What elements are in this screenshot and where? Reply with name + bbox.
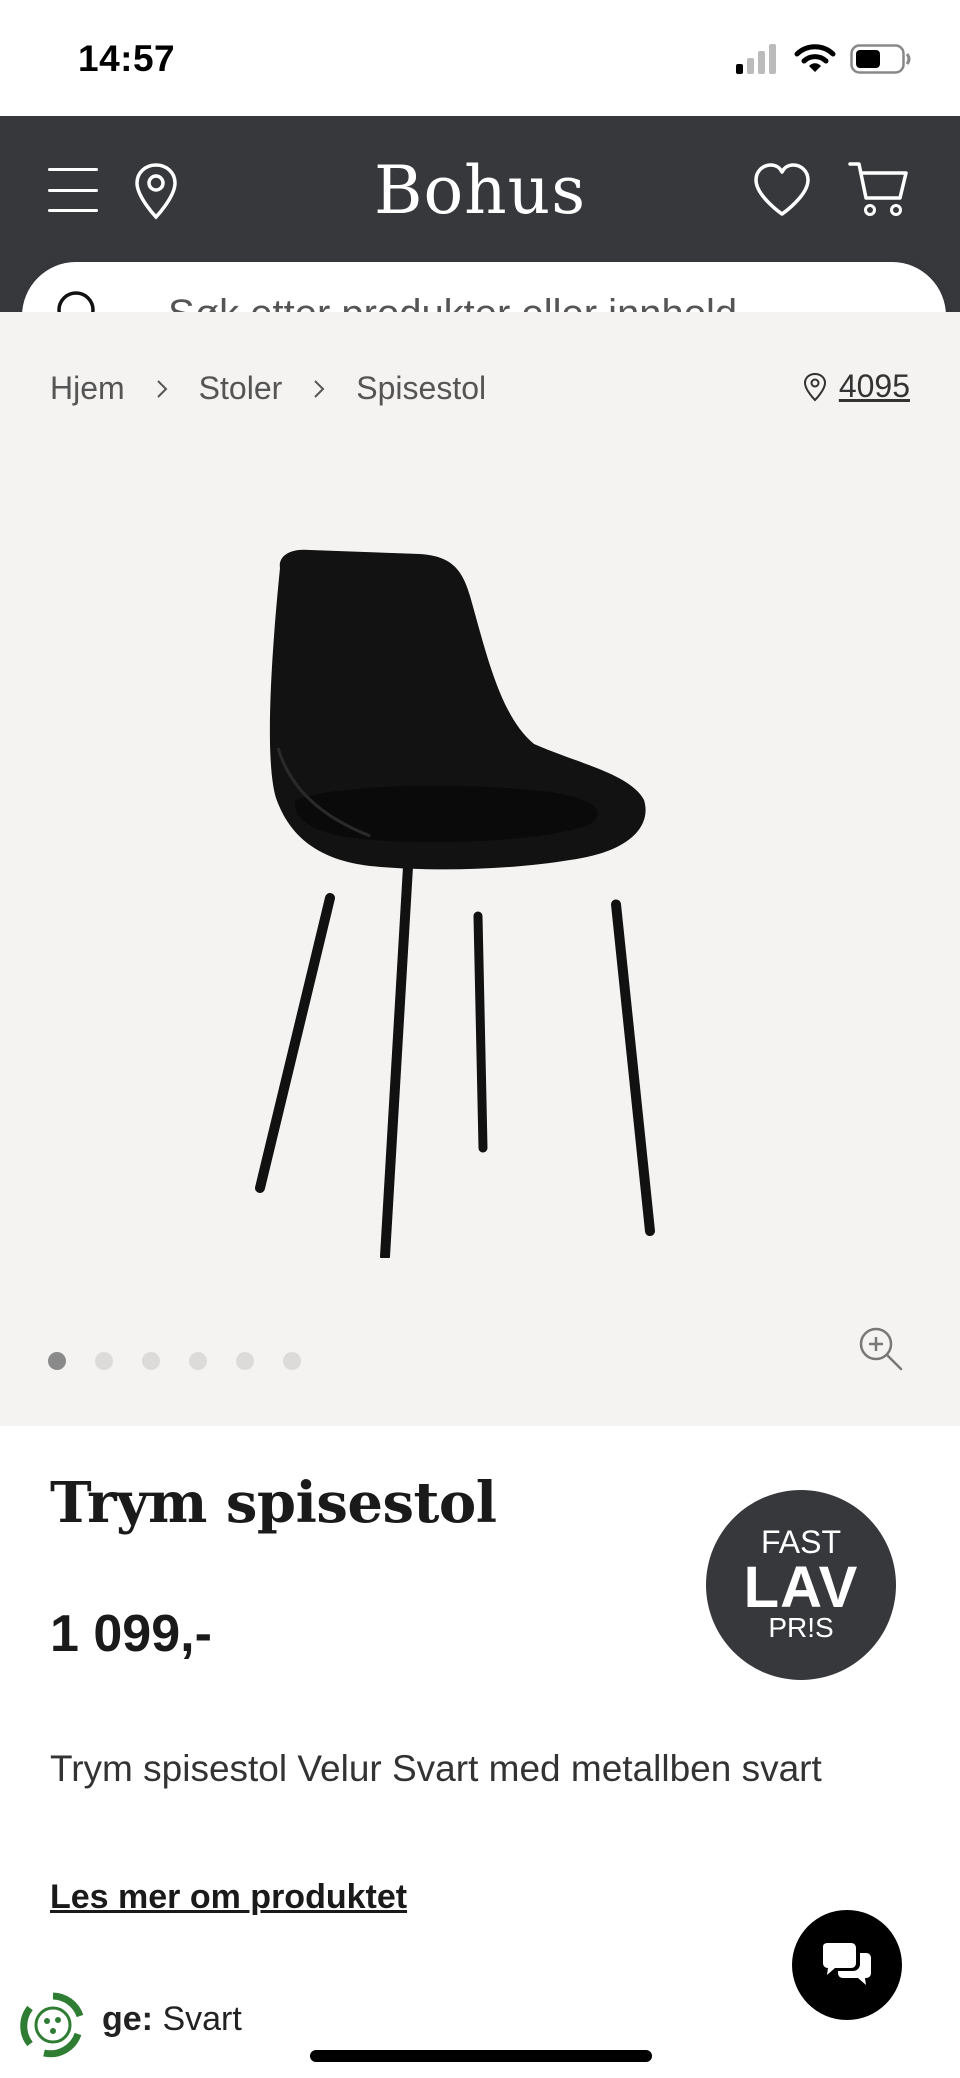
eco-recycle-icon bbox=[20, 1992, 84, 2058]
product-gallery[interactable]: Hjem Stoler Spisestol 4095 bbox=[0, 312, 960, 1426]
chat-button[interactable] bbox=[792, 1910, 902, 2020]
store-postcode-link[interactable]: 4095 bbox=[803, 368, 910, 405]
location-pin-icon bbox=[803, 372, 826, 401]
product-description: Trym spisestol Velur Svart med metallben… bbox=[50, 1748, 822, 1789]
gallery-dot[interactable] bbox=[95, 1352, 113, 1370]
badge-line-3: PR!S bbox=[768, 1612, 834, 1643]
gallery-pagination bbox=[48, 1352, 301, 1370]
variant-selector[interactable]: ge: Svart bbox=[102, 2000, 242, 2039]
shopping-cart-icon[interactable] bbox=[848, 160, 910, 218]
status-icons bbox=[736, 44, 912, 74]
badge-line-2: LAV bbox=[743, 1555, 859, 1620]
gallery-dot[interactable] bbox=[142, 1352, 160, 1370]
variant-value: Svart bbox=[162, 2000, 242, 2038]
gallery-dot[interactable] bbox=[48, 1352, 66, 1370]
gallery-dot[interactable] bbox=[236, 1352, 254, 1370]
home-indicator bbox=[310, 2050, 652, 2062]
breadcrumb: Hjem Stoler Spisestol bbox=[50, 370, 486, 407]
product-image-chair[interactable] bbox=[250, 548, 710, 1258]
read-more-link[interactable]: Les mer om produktet bbox=[50, 1878, 407, 1917]
breadcrumb-spisestol[interactable]: Spisestol bbox=[356, 370, 486, 407]
store-postcode: 4095 bbox=[838, 368, 910, 404]
fast-lav-pris-badge: FAST LAV PR!S bbox=[706, 1490, 896, 1680]
breadcrumb-home[interactable]: Hjem bbox=[50, 370, 125, 407]
bohus-logo[interactable]: Bohus bbox=[0, 152, 960, 229]
gallery-dot[interactable] bbox=[189, 1352, 207, 1370]
variant-label: ge: bbox=[102, 2000, 153, 2038]
battery-icon bbox=[850, 44, 911, 74]
gallery-dot[interactable] bbox=[283, 1352, 301, 1370]
status-time: 14:57 bbox=[78, 38, 176, 79]
chat-bubbles-icon bbox=[823, 1943, 871, 1985]
wifi-icon bbox=[794, 44, 836, 72]
zoom-in-icon[interactable] bbox=[856, 1324, 904, 1372]
chevron-right-icon bbox=[156, 379, 168, 398]
product-price: 1 099,- bbox=[50, 1605, 212, 1663]
cellular-signal-icon bbox=[736, 44, 776, 74]
wishlist-heart-icon[interactable] bbox=[752, 162, 812, 218]
chevron-right-icon bbox=[314, 379, 325, 398]
breadcrumb-stoler[interactable]: Stoler bbox=[199, 370, 283, 407]
status-bar: 14:57 bbox=[0, 0, 960, 116]
product-title: Trym spisestol bbox=[50, 1470, 497, 1536]
